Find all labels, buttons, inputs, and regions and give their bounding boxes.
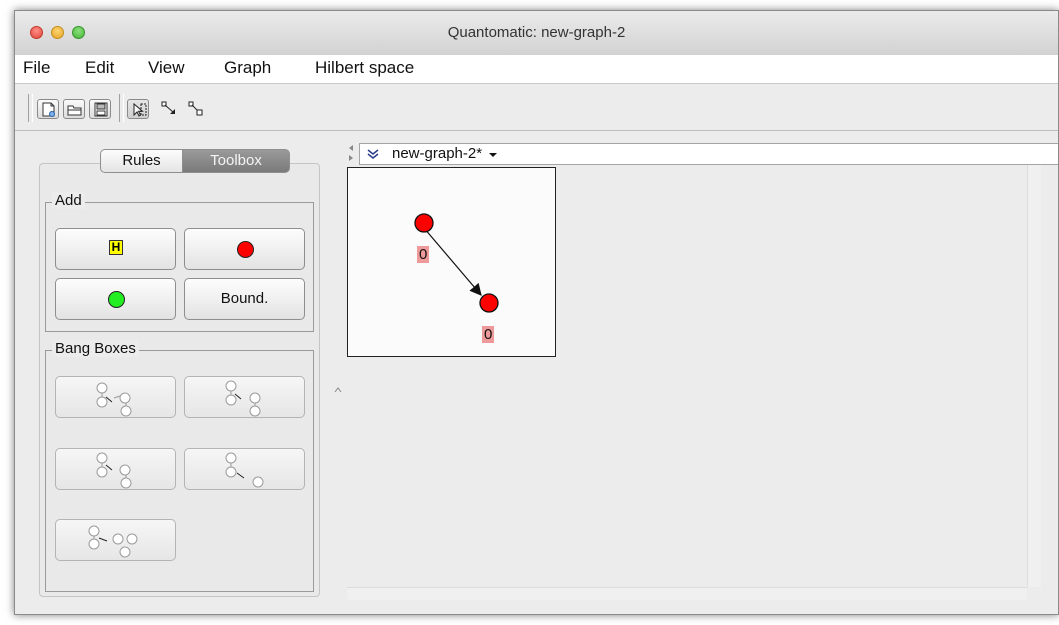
add-boundary-edge-icon xyxy=(188,101,203,116)
add-group-title: Add xyxy=(52,192,85,209)
bang-box-expand-icon xyxy=(225,380,261,417)
split-divider-handle-icon[interactable] xyxy=(334,387,342,393)
red-vertex-icon xyxy=(237,241,254,258)
toolbar-grip-2[interactable] xyxy=(119,94,124,122)
graph-drawing xyxy=(414,213,499,313)
tab-toolbox[interactable]: Toolbox xyxy=(182,149,290,173)
add-edge-icon xyxy=(161,101,175,114)
bang-box-add-button[interactable] xyxy=(55,376,176,418)
add-group: Add H Bound. xyxy=(45,192,314,332)
split-pane-arrows-icon[interactable] xyxy=(344,143,358,163)
bang-box-add-icon xyxy=(96,382,132,417)
graph-bounds: 0 0 xyxy=(347,167,556,357)
vertical-scrollbar[interactable] xyxy=(1027,165,1041,587)
green-vertex-icon xyxy=(108,291,125,308)
toolbar xyxy=(15,84,1058,131)
graph-vertex[interactable] xyxy=(414,213,434,233)
add-red-vertex-button[interactable] xyxy=(184,228,305,270)
bang-box-merge-icon xyxy=(88,525,138,558)
tab-list-chevron-icon[interactable] xyxy=(366,148,380,160)
left-panel: Add H Bound. Bang Boxes Rules Toolbox xyxy=(32,143,324,601)
graph-canvas[interactable]: 0 0 xyxy=(347,165,1027,587)
bang-box-copy-icon xyxy=(96,452,132,489)
add-boundary-edge-tool-button[interactable] xyxy=(185,99,207,119)
menu-view[interactable]: View xyxy=(148,58,185,78)
graph-edge[interactable] xyxy=(423,227,482,296)
add-green-vertex-button[interactable] xyxy=(55,278,176,320)
bang-box-kill-icon xyxy=(225,452,264,488)
panel-tabs: Rules Toolbox xyxy=(100,149,290,175)
save-button[interactable] xyxy=(89,99,111,119)
add-hadamard-button[interactable]: H xyxy=(55,228,176,270)
boundary-button-label: Bound. xyxy=(220,290,269,307)
vertex-label: 0 xyxy=(482,326,495,343)
add-boundary-button[interactable]: Bound. xyxy=(184,278,305,320)
bang-box-expand-button[interactable] xyxy=(184,376,305,418)
status-bar xyxy=(15,600,1058,614)
menu-graph[interactable]: Graph xyxy=(224,58,271,78)
select-tool-icon xyxy=(133,102,147,117)
select-tool-button[interactable] xyxy=(127,99,149,119)
open-button[interactable] xyxy=(63,99,85,119)
new-graph-icon xyxy=(42,102,55,117)
menu-hilbert-space[interactable]: Hilbert space xyxy=(315,58,414,78)
menu-edit[interactable]: Edit xyxy=(85,58,114,78)
title-bar: Quantomatic: new-graph-2 xyxy=(15,11,1058,56)
open-folder-icon xyxy=(67,105,82,116)
bang-box-copy-button[interactable] xyxy=(55,448,176,490)
graph-vertex[interactable] xyxy=(479,293,499,313)
menu-bar: File Edit View Graph Hilbert space xyxy=(15,55,1058,84)
vertex-label: 0 xyxy=(417,246,430,263)
bang-boxes-group: Bang Boxes xyxy=(45,340,314,592)
tab-dropdown-icon[interactable] xyxy=(488,152,498,159)
document-tab-bar: new-graph-2* xyxy=(359,143,1058,165)
hadamard-icon: H xyxy=(109,240,123,255)
toolbar-grip[interactable] xyxy=(28,94,33,122)
bang-boxes-title: Bang Boxes xyxy=(52,340,139,357)
new-graph-button[interactable] xyxy=(37,99,59,119)
graph-editor-area: new-graph-2* 0 0 xyxy=(334,143,1058,614)
toolbox-panel: Add H Bound. Bang Boxes xyxy=(39,163,320,597)
bang-box-kill-button[interactable] xyxy=(184,448,305,490)
bang-box-merge-button[interactable] xyxy=(55,519,176,561)
add-edge-tool-button[interactable] xyxy=(158,99,180,119)
tab-rules[interactable]: Rules xyxy=(100,149,183,173)
window-title: Quantomatic: new-graph-2 xyxy=(447,24,626,41)
save-disk-icon xyxy=(94,102,108,117)
document-tab-label[interactable]: new-graph-2* xyxy=(392,145,482,162)
menu-file[interactable]: File xyxy=(23,58,50,78)
app-window: Quantomatic: new-graph-2 File Edit View … xyxy=(14,10,1059,615)
